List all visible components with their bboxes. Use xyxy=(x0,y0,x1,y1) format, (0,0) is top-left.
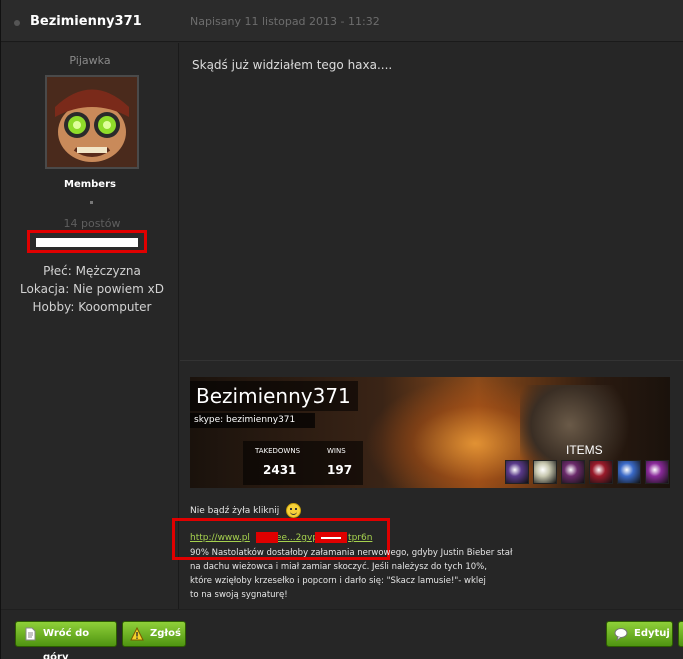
link-part: http://www.pl xyxy=(190,533,250,543)
signature-line: to na swoją sygnaturę! xyxy=(190,590,288,600)
report-button[interactable]: Zgłoś xyxy=(122,621,186,647)
profile-location: Lokacja: Nie powiem xD xyxy=(20,282,164,296)
link-part: tpr6n xyxy=(348,533,373,543)
items-label: ITEMS xyxy=(566,443,603,457)
document-icon xyxy=(25,627,36,641)
profile-fields: Płeć: Mężczyzna Lokacja: Nie powiem xD H… xyxy=(1,262,183,316)
post-body: Skądś już widziałem tego haxa.... xyxy=(192,58,393,72)
takedowns-label: TAKEDOWNS xyxy=(255,447,301,455)
warning-icon xyxy=(130,627,144,641)
avatar-image xyxy=(47,77,137,167)
edit-label: Edytuj xyxy=(634,628,670,639)
member-group: Members xyxy=(64,179,116,190)
redaction-fill xyxy=(36,238,138,247)
offline-status-icon xyxy=(14,20,20,26)
redaction-block xyxy=(256,532,278,543)
item-icon xyxy=(617,460,641,484)
post-header: Bezimienny371 Napisany 11 listopad 2013 … xyxy=(1,0,683,42)
report-label: Zgłoś xyxy=(150,628,181,639)
post-content: Skądś już widziałem tego haxa.... Bezimi… xyxy=(172,43,683,609)
forum-post: Bezimienny371 Napisany 11 listopad 2013 … xyxy=(0,0,683,659)
link-part: ee...2gvp xyxy=(275,533,319,543)
back-to-top-label: Wróć do góry xyxy=(43,628,90,659)
post-date: Napisany 11 listopad 2013 - 11:32 xyxy=(190,15,380,28)
redaction-highlight xyxy=(27,230,147,253)
signature-banner: Bezimienny371 skype: bezimienny371 TAKED… xyxy=(190,377,670,488)
item-icon xyxy=(533,460,557,484)
item-icon xyxy=(589,460,613,484)
redaction-block xyxy=(315,532,347,543)
profile-hobby: Hobby: Kooomputer xyxy=(32,300,152,314)
item-icon xyxy=(561,460,585,484)
author-sidebar: Pijawka Members 14 postów Płeć: Mężczyzn… xyxy=(1,43,179,609)
rank-title: Pijawka xyxy=(69,54,111,67)
avatar[interactable] xyxy=(45,75,139,169)
author-name-link[interactable]: Bezimienny371 xyxy=(30,14,142,29)
smiley-icon xyxy=(286,503,302,518)
signature-cta-text: Nie bądź żyła kliknij xyxy=(190,506,280,516)
post-count: 14 postów xyxy=(63,217,121,230)
edit-bubble-icon xyxy=(614,628,628,641)
takedowns-value: 2431 xyxy=(263,463,297,477)
edit-button[interactable]: Edytuj xyxy=(606,621,673,647)
profile-gender: Płeć: Mężczyzna xyxy=(43,264,141,278)
wins-label: WINS xyxy=(327,447,346,455)
banner-skype: skype: bezimienny371 xyxy=(190,413,315,428)
signature-divider xyxy=(180,360,683,361)
banner-stats: TAKEDOWNS WINS 2431 197 xyxy=(243,441,363,485)
signature-text: 90% Nastolatków dostałoby załamania nerw… xyxy=(190,546,550,602)
back-to-top-button[interactable]: Wróć do góry xyxy=(15,621,117,659)
wins-value: 197 xyxy=(327,463,353,477)
rank-pip-icon xyxy=(90,201,93,204)
item-icon xyxy=(645,460,669,484)
banner-summoner-name: Bezimienny371 xyxy=(190,381,358,411)
post-footer: Wróć do góry Zgłoś Edytuj xyxy=(1,609,683,659)
more-actions-button[interactable] xyxy=(678,621,683,647)
item-icon xyxy=(505,460,529,484)
signature-line: które wzięłoby krzesełko i popcorn i dar… xyxy=(190,576,486,586)
signature-line: na dachu wieżowca i miał zamiar skoczyć.… xyxy=(190,562,487,572)
signature-cta: Nie bądź żyła kliknij xyxy=(190,503,302,518)
signature-line: 90% Nastolatków dostałoby załamania nerw… xyxy=(190,548,513,558)
